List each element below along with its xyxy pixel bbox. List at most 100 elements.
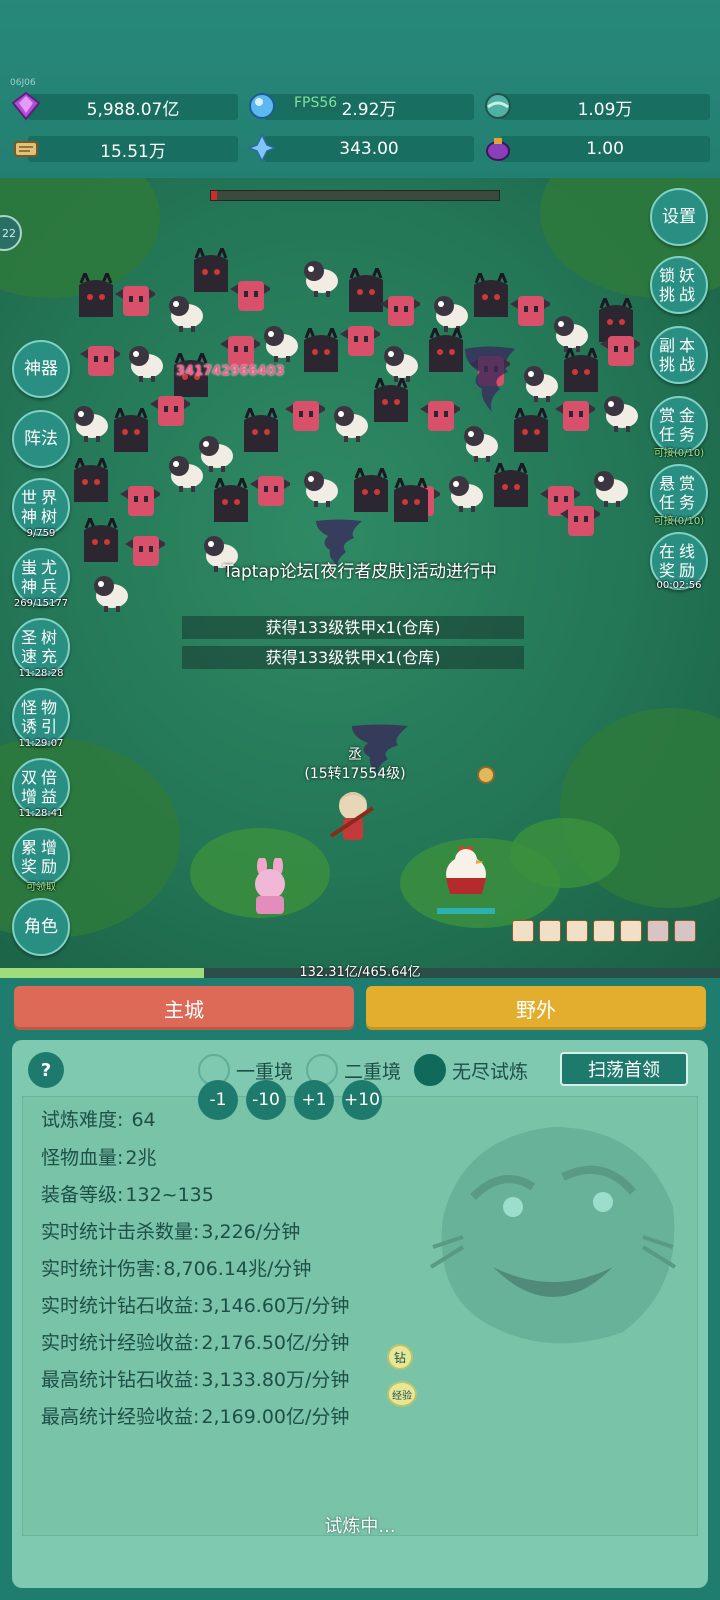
cube-enemy — [555, 401, 595, 431]
left-menu-button[interactable]: 角色 — [12, 898, 70, 956]
menu-sublabel: 11:28:28 — [18, 668, 64, 679]
difficulty-plus-10-button[interactable]: +10 — [342, 1080, 382, 1120]
cube-enemy — [150, 396, 190, 426]
sheep-enemy — [384, 346, 418, 382]
stat-label: 最高统计经验收益: — [41, 1406, 200, 1428]
difficulty-plus-1-button[interactable]: +1 — [294, 1080, 334, 1120]
menu-label: 设置 — [662, 207, 696, 227]
teal-orb-icon — [482, 90, 514, 122]
menu-label: 锁妖挑战 — [659, 266, 700, 304]
stats-area: 试炼难度: 64 怪物血量: 2兆 装备等级: 132~135 实时统计击杀数量: 3,2… — [22, 1096, 698, 1536]
stat-row: 装备等级: 132~135 — [41, 1180, 214, 1207]
stat-value: 3,226/分钟 — [201, 1221, 301, 1243]
cube-enemy — [120, 486, 160, 516]
stat-value: 132~135 — [125, 1184, 214, 1206]
right-menu-button[interactable]: 设置 — [650, 188, 708, 246]
stat-row: 实时统计经验收益: 2,176.50亿/分钟 — [41, 1328, 349, 1355]
right-menu-button[interactable]: 锁妖挑战 — [650, 256, 708, 314]
mode-label: 无尽试炼 — [452, 1060, 529, 1083]
loot-message: 获得133级铁甲x1(仓库) — [182, 616, 524, 639]
trial-panel: ? 一重境 二重境 无尽试炼 扫荡首领 试炼难度: 64 怪物血量: 2兆 装备等级… — [12, 1040, 708, 1588]
left-menu-button[interactable]: 阵法 — [12, 410, 70, 468]
trial-status: 试炼中... — [324, 1516, 396, 1537]
player-name: 丞 — [348, 747, 362, 763]
mode-label: 二重境 — [344, 1060, 402, 1083]
player-level: (15转17554级) — [304, 766, 406, 782]
skill-slot[interactable] — [512, 920, 534, 942]
demon-enemy — [494, 463, 528, 507]
mode-option-3[interactable]: 无尽试炼 — [414, 1054, 528, 1086]
demon-enemy — [354, 468, 388, 512]
difficulty-minus-1-button[interactable]: -1 — [198, 1080, 238, 1120]
demon-enemy — [394, 478, 428, 522]
demon-enemy — [349, 268, 383, 312]
resource-value: 1.09万 — [577, 99, 633, 120]
demon-enemy — [114, 408, 148, 452]
menu-label: 悬赏任务 — [659, 474, 700, 512]
help-button[interactable]: ? — [28, 1052, 64, 1088]
skill-slot[interactable] — [620, 920, 642, 942]
stat-label: 怪物血量: — [41, 1147, 124, 1169]
skill-slot[interactable] — [539, 920, 561, 942]
skill-slot[interactable] — [674, 920, 696, 942]
cube-enemy — [600, 336, 640, 366]
radio-button-selected[interactable] — [414, 1054, 446, 1086]
menu-label: 角色 — [24, 917, 58, 937]
menu-label: 世界神树 — [21, 488, 62, 526]
stat-label: 实时统计经验收益: — [41, 1332, 200, 1354]
loot-message: 获得133级铁甲x1(仓库) — [182, 646, 524, 669]
cube-enemy — [510, 296, 550, 326]
sheep-enemy — [334, 406, 368, 442]
main-city-tab[interactable]: 主城 — [14, 986, 354, 1030]
cube-enemy — [285, 401, 325, 431]
resource-grid: 5,988.07亿 2.92万 1.09万 15.51万 343.00 1.00 — [10, 90, 715, 164]
sheep-enemy — [554, 316, 588, 352]
cube-enemy — [380, 296, 420, 326]
resource-crystal: 2.92万 — [246, 90, 474, 122]
blue-crystal-icon — [246, 90, 278, 122]
hero-character[interactable] — [325, 788, 381, 848]
sheep-enemy — [304, 261, 338, 297]
resource-value: 15.51万 — [100, 141, 166, 162]
exp-badge[interactable]: 经验 — [387, 1381, 417, 1407]
skill-slot[interactable] — [566, 920, 588, 942]
battle-field[interactable]: 22 341742966403 Taptap论坛[夜行者皮肤]活动进行中 获得1… — [0, 178, 720, 968]
sheep-enemy — [304, 471, 338, 507]
menu-label: 副本挑战 — [659, 336, 700, 374]
menu-sublabel: 11:28:41 — [18, 808, 64, 819]
menu-label: 在线奖励 — [659, 542, 700, 580]
wild-tab[interactable]: 野外 — [366, 986, 706, 1030]
demon-enemy — [244, 408, 278, 452]
diamond-badge[interactable]: 钻 — [387, 1344, 413, 1370]
menu-sublabel: 269/15177 — [13, 598, 69, 609]
pet-chicken — [446, 846, 486, 894]
sheep-enemy — [449, 476, 483, 512]
resource-scroll: 15.51万 — [10, 132, 238, 164]
resource-diamond: 5,988.07亿 — [10, 90, 238, 122]
stat-label: 装备等级: — [41, 1184, 124, 1206]
menu-sublabel: 可接(0/10) — [653, 516, 705, 527]
left-menu-button[interactable]: 神器 — [12, 340, 70, 398]
demon-enemy — [79, 273, 113, 317]
difficulty-stat: 试炼难度: 64 — [41, 1105, 156, 1132]
menu-sublabel: 9/759 — [26, 528, 56, 539]
right-menu-button[interactable]: 副本挑战 — [650, 326, 708, 384]
gold-coin-icon — [477, 766, 495, 784]
menu-label: 赏金任务 — [659, 406, 700, 444]
cube-enemy — [560, 506, 600, 536]
sweep-boss-button[interactable]: 扫荡首领 — [560, 1052, 688, 1086]
stat-value: 2,169.00亿/分钟 — [201, 1406, 350, 1428]
skill-slot[interactable] — [647, 920, 669, 942]
menu-label: 累增奖励 — [21, 838, 62, 876]
difficulty-minus-10-button[interactable]: -10 — [246, 1080, 286, 1120]
fps-counter: FPS56 — [290, 95, 342, 111]
demon-enemy — [74, 458, 108, 502]
skill-slot[interactable] — [593, 920, 615, 942]
sheep-enemy — [94, 576, 128, 612]
damage-number: 341742966403 — [176, 364, 285, 379]
resource-shard: 343.00 — [246, 132, 474, 164]
stat-row: 实时统计击杀数量: 3,226/分钟 — [41, 1217, 300, 1244]
resource-orb: 1.09万 — [482, 90, 710, 122]
stat-value: 8,706.14兆/分钟 — [163, 1258, 312, 1280]
demon-enemy — [564, 348, 598, 392]
